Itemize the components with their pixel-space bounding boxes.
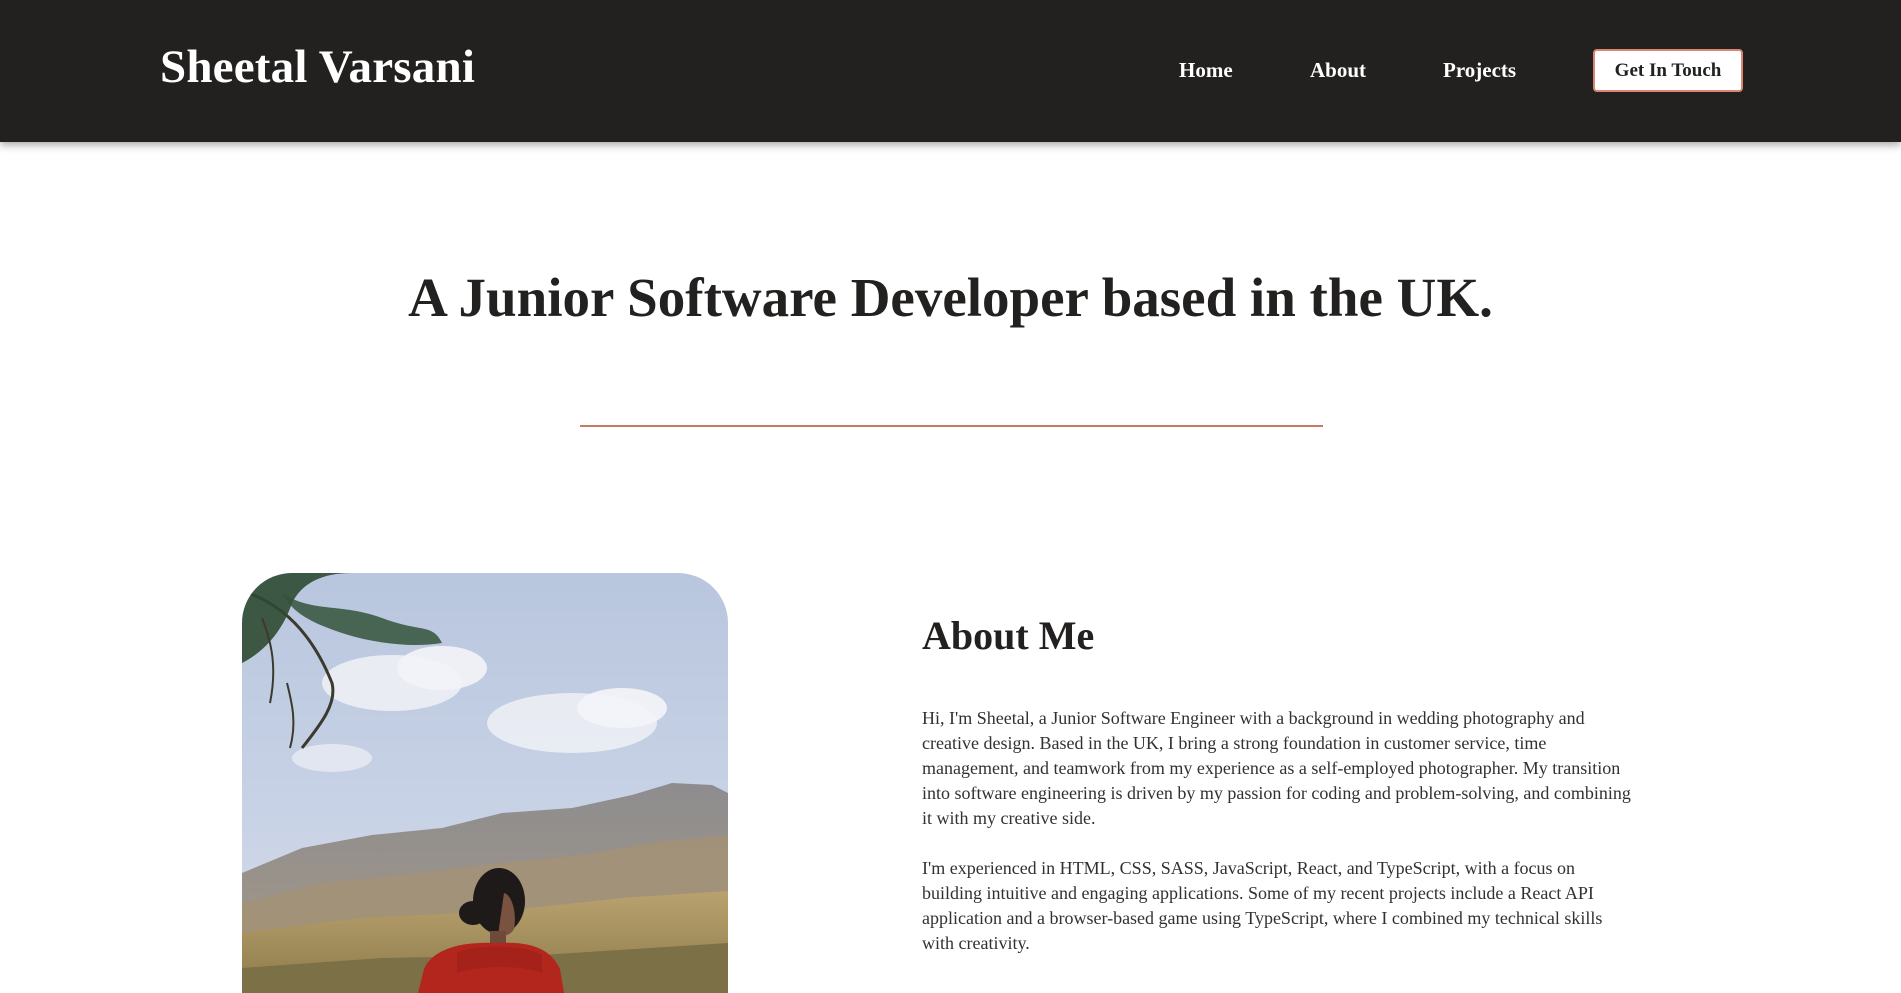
about-paragraph-1: Hi, I'm Sheetal, a Junior Software Engin…: [922, 708, 1631, 828]
navbar: Sheetal Varsani Home About Projects Get …: [0, 0, 1901, 142]
profile-photo: [242, 573, 728, 993]
nav-link-home[interactable]: Home: [1179, 58, 1233, 83]
brand-name[interactable]: Sheetal Varsani: [160, 40, 475, 94]
get-in-touch-button[interactable]: Get In Touch: [1593, 49, 1743, 92]
about-paragraph-2: I'm experienced in HTML, CSS, SASS, Java…: [922, 858, 1603, 953]
about-title: About Me: [922, 613, 1095, 658]
hero-headline: A Junior Software Developer based in the…: [408, 267, 1493, 328]
section-divider: [580, 425, 1323, 427]
nav-link-projects[interactable]: Projects: [1443, 58, 1516, 83]
nav-link-about[interactable]: About: [1310, 58, 1366, 83]
